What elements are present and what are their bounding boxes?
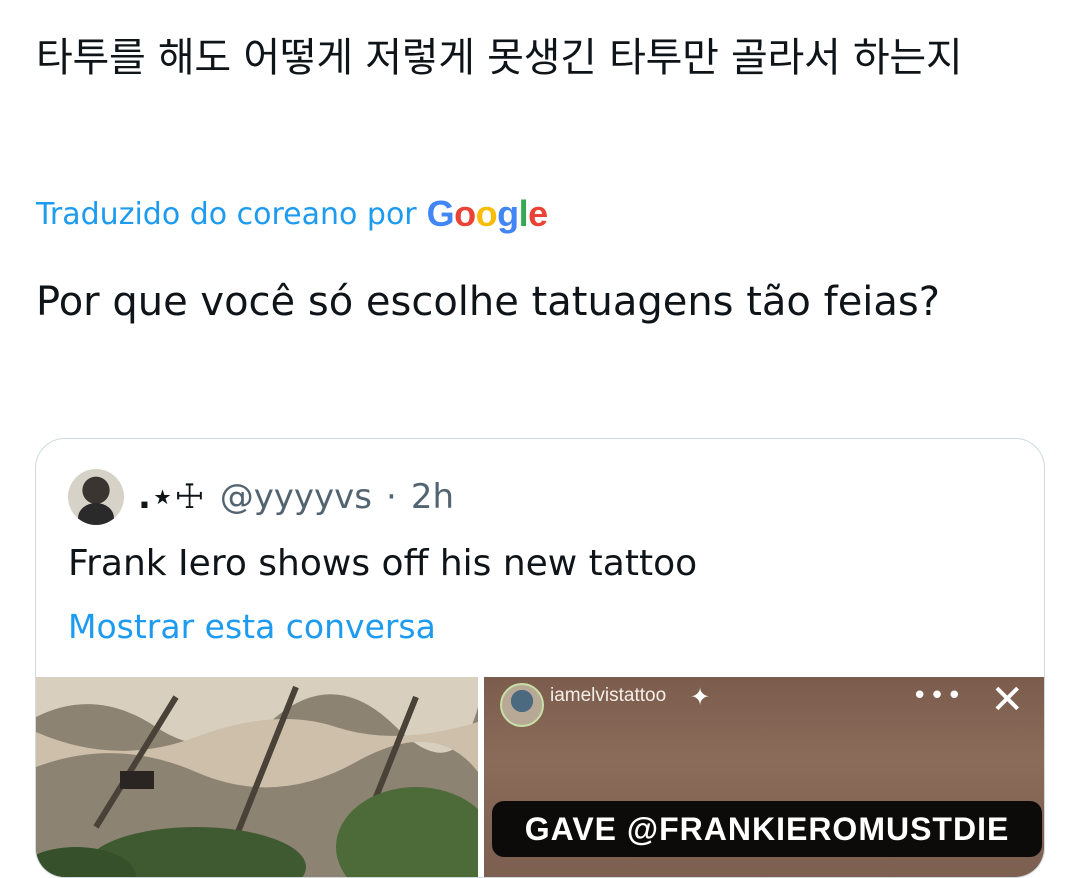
media-image-pergola[interactable] xyxy=(36,677,478,877)
story-username: iamelvistattoo xyxy=(550,685,667,706)
tweet-text: 타투를 해도 어떻게 저렇게 못생긴 타투만 골라서 하는지 xyxy=(36,35,963,81)
quoted-tweet-card[interactable]: .⋆☩ @yyyyvs · 2h Frank Iero shows off hi… xyxy=(35,438,1045,878)
quoted-tweet-text: Frank Iero shows off his new tattoo xyxy=(68,543,698,584)
media-grid: iamelvistattoo ✦ ••• ✕ GAVE @FRANKIEROMU… xyxy=(36,677,1044,877)
user-handle[interactable]: @yyyyvs xyxy=(220,477,372,517)
translated-text: Por que você só escolhe tatuagens tão fe… xyxy=(36,279,941,325)
display-name[interactable]: .⋆☩ xyxy=(138,477,206,517)
sparkle-icon: ✦ xyxy=(690,683,711,711)
google-logo: Google xyxy=(426,193,549,234)
quoted-tweet-header: .⋆☩ @yyyyvs · 2h xyxy=(68,469,454,525)
close-icon[interactable]: ✕ xyxy=(990,677,1024,723)
media-image-story[interactable]: iamelvistattoo ✦ ••• ✕ GAVE @FRANKIEROMU… xyxy=(484,677,1044,877)
show-thread-link[interactable]: Mostrar esta conversa xyxy=(68,607,436,646)
avatar[interactable] xyxy=(68,469,124,525)
more-icon[interactable]: ••• xyxy=(912,681,964,711)
story-avatar xyxy=(500,683,544,727)
separator-dot: · xyxy=(386,477,397,517)
translated-label: Traduzido do coreano por xyxy=(36,196,417,232)
pergola-illustration xyxy=(36,677,478,877)
translation-attribution: Traduzido do coreano por Google xyxy=(36,192,548,236)
story-banner-text: GAVE @FRANKIEROMUSTDIE xyxy=(492,801,1042,857)
timestamp[interactable]: 2h xyxy=(411,477,454,517)
